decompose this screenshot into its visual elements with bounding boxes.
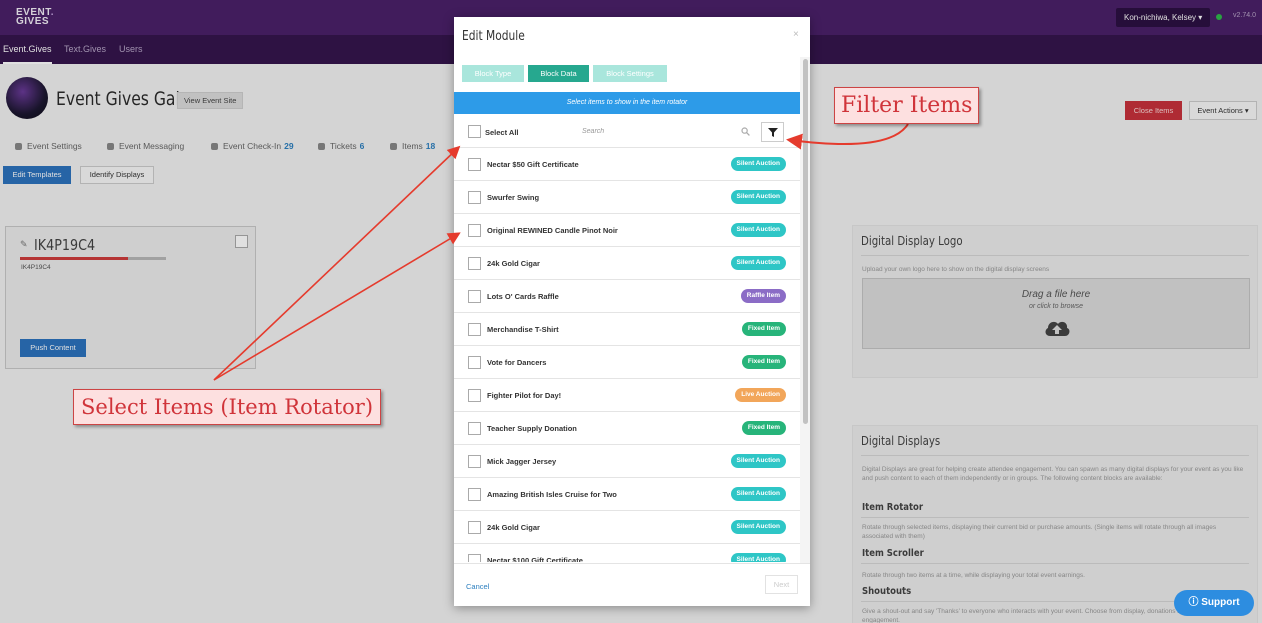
filter-items-callout: Filter Items <box>834 87 980 124</box>
item-name: Nectar $100 Gift Certificate <box>487 556 583 562</box>
list-item[interactable]: 24k Gold Cigar Silent Auction <box>454 511 800 544</box>
next-button[interactable]: Next <box>765 575 798 594</box>
item-type-badge: Silent Auction <box>730 190 786 204</box>
list-item[interactable]: Nectar $50 Gift Certificate Silent Auctio… <box>454 148 800 181</box>
item-type-badge: Fixed Item <box>741 355 786 369</box>
list-item[interactable]: Nectar $100 Gift Certificate Silent Aucti… <box>454 544 800 562</box>
select-items-callout: Select Items (Item Rotator) <box>73 389 382 425</box>
item-checkbox[interactable] <box>468 158 481 171</box>
item-name: Lots O' Cards Raffle <box>487 292 559 301</box>
item-checkbox[interactable] <box>468 422 481 435</box>
item-type-badge: Fixed Item <box>741 322 786 336</box>
tab-block-settings[interactable]: Block Settings <box>593 65 667 82</box>
item-checkbox[interactable] <box>468 290 481 303</box>
item-type-badge: Silent Auction <box>730 553 786 562</box>
select-all-label: Select All <box>485 128 519 137</box>
list-item[interactable]: Swurfer Swing Silent Auction <box>454 181 800 214</box>
tab-block-type[interactable]: Block Type <box>462 65 524 82</box>
item-checkbox[interactable] <box>468 257 481 270</box>
item-name: Fighter Pilot for Day! <box>487 391 562 400</box>
list-item[interactable]: Amazing British Isles Cruise for Two Sile… <box>454 478 800 511</box>
search-input[interactable] <box>582 123 750 140</box>
item-name: Vote for Dancers <box>487 358 547 367</box>
item-checkbox[interactable] <box>468 455 481 468</box>
item-name: Original REWINED Candle Pinot Noir <box>487 226 618 235</box>
list-item[interactable]: Original REWINED Candle Pinot Noir Silent… <box>454 214 800 247</box>
filter-icon <box>768 128 778 137</box>
item-name: Mick Jagger Jersey <box>487 457 557 466</box>
modal-footer: Cancel Next <box>454 563 810 606</box>
item-checkbox[interactable] <box>468 356 481 369</box>
item-type-badge: Silent Auction <box>730 157 786 171</box>
item-type-badge: Silent Auction <box>730 487 786 501</box>
item-name: Merchandise T-Shirt <box>487 325 559 334</box>
item-type-badge: Silent Auction <box>730 520 786 534</box>
modal-title: Edit Module <box>462 29 525 44</box>
help-icon: ⓘ <box>1188 597 1199 608</box>
item-checkbox[interactable] <box>468 191 481 204</box>
item-list: Nectar $50 Gift Certificate Silent Auctio… <box>454 148 800 562</box>
item-name: Nectar $50 Gift Certificate <box>487 160 579 169</box>
item-checkbox[interactable] <box>468 488 481 501</box>
select-all-checkbox[interactable] <box>468 125 481 138</box>
item-name: Swurfer Swing <box>487 193 540 202</box>
list-item[interactable]: Mick Jagger Jersey Silent Auction <box>454 445 800 478</box>
item-checkbox[interactable] <box>468 323 481 336</box>
item-checkbox[interactable] <box>468 389 481 402</box>
list-item[interactable]: Lots O' Cards Raffle Raffle Item <box>454 280 800 313</box>
item-checkbox[interactable] <box>468 554 481 562</box>
item-type-badge: Live Auction <box>735 388 786 402</box>
scrollbar-thumb[interactable] <box>803 59 808 424</box>
list-item[interactable]: 24k Gold Cigar Silent Auction <box>454 247 800 280</box>
item-checkbox[interactable] <box>468 521 481 534</box>
item-type-badge: Silent Auction <box>730 256 786 270</box>
item-name: Teacher Supply Donation <box>487 424 577 433</box>
support-button[interactable]: ⓘ Support <box>1174 590 1254 616</box>
list-item[interactable]: Vote for Dancers Fixed Item <box>454 346 800 379</box>
item-name: 24k Gold Cigar <box>487 259 540 268</box>
instruction-banner: Select items to show in the item rotator <box>454 92 800 114</box>
item-checkbox[interactable] <box>468 224 481 237</box>
edit-module-modal: Edit Module × Block Type Block Data Bloc… <box>454 17 810 606</box>
tab-block-data[interactable]: Block Data <box>528 65 589 82</box>
list-item[interactable]: Teacher Supply Donation Fixed Item <box>454 412 800 445</box>
item-name: 24k Gold Cigar <box>487 523 540 532</box>
item-type-badge: Fixed Item <box>741 421 786 435</box>
list-item[interactable]: Fighter Pilot for Day! Live Auction <box>454 379 800 412</box>
filter-button[interactable] <box>761 122 784 142</box>
cancel-link[interactable]: Cancel <box>466 582 489 591</box>
close-icon[interactable]: × <box>793 29 799 40</box>
select-all-row: Select All <box>454 117 800 148</box>
support-label: Support <box>1201 597 1240 608</box>
item-name: Amazing British Isles Cruise for Two <box>487 490 617 499</box>
item-type-badge: Silent Auction <box>730 223 786 237</box>
item-type-badge: Raffle Item <box>740 289 786 303</box>
search-icon <box>741 127 750 136</box>
list-item[interactable]: Merchandise T-Shirt Fixed Item <box>454 313 800 346</box>
item-type-badge: Silent Auction <box>730 454 786 468</box>
